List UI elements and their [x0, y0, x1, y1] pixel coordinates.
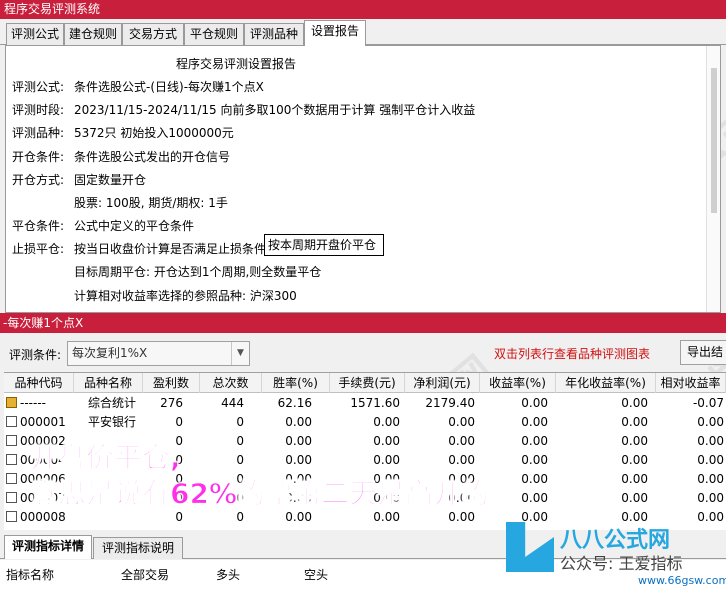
report-panel: 程序交易评测设置报告 评测公式: 条件选股公式-(日线)-每次赚1个点X 评测时… — [5, 45, 721, 313]
result-panel-title: -每次赚1个点X — [0, 313, 726, 333]
table-row[interactable]: ------ 综合统计 276 444 62.16 1571.60 2179.4… — [4, 394, 726, 412]
scrollbar-thumb[interactable] — [711, 68, 717, 213]
row-annual-return: 0.00 — [621, 415, 648, 429]
condition-label: 评测条件: — [9, 348, 62, 362]
column-header[interactable]: 相对收益率 — [656, 373, 726, 393]
column-header[interactable]: 年化收益率(%) — [556, 373, 656, 393]
row-code: 000001 — [6, 413, 74, 431]
row-annual-return: 0.00 — [621, 472, 648, 486]
tab-instruments[interactable]: 评测品种 — [244, 23, 304, 45]
report-scrollbar[interactable] — [706, 46, 720, 312]
row-annual-return: 0.00 — [621, 510, 648, 524]
row-fee: 1571.60 — [350, 396, 400, 410]
row-return: 0.00 — [521, 396, 548, 410]
row-return: 0.00 — [521, 415, 548, 429]
report-value: 公式中定义的平仓条件 — [74, 219, 195, 233]
checkbox-icon[interactable] — [6, 435, 17, 446]
row-wins: 0 — [175, 415, 183, 429]
row-profit: 2179.40 — [425, 396, 475, 410]
report-label: 开仓条件: — [12, 150, 65, 164]
row-name: 综合统计 — [88, 396, 137, 410]
export-button[interactable]: 导出结 — [680, 340, 726, 365]
report-value: 条件选股公式发出的开仓信号 — [74, 150, 231, 164]
column-header[interactable]: 品种名称 — [74, 373, 143, 393]
tab-metric-details[interactable]: 评测指标详情 — [4, 535, 92, 559]
metric-column-header[interactable]: 全部交易 — [121, 566, 169, 583]
row-code: ------ — [6, 394, 74, 412]
row-winrate: 0.00 — [285, 415, 312, 429]
report-value: 股票: 100股, 期货/期权: 1手 — [74, 196, 228, 210]
annotation-line-2: 意思是说有62%的票第二天是高开的。 — [29, 477, 518, 511]
report-value: 条件选股公式-(日线)-每次赚1个点X — [74, 80, 264, 94]
row-relative-return: 0.00 — [697, 491, 724, 505]
column-header[interactable]: 盈利数 — [143, 373, 200, 393]
condition-select-value: 每次复利1%X — [72, 346, 148, 360]
window-title: 程序交易评测系统 — [0, 0, 726, 19]
tab-report[interactable]: 设置报告 — [304, 20, 366, 46]
checkbox-icon[interactable] — [6, 473, 17, 484]
metric-column-header[interactable]: 空头 — [304, 566, 328, 583]
row-relative-return: 0.00 — [697, 453, 724, 467]
row-profit: 0.00 — [448, 415, 475, 429]
hint-text: 双击列表行查看品种评测图表 — [494, 347, 651, 361]
checkbox-icon[interactable] — [6, 454, 17, 465]
row-relative-return: 0.00 — [697, 472, 724, 486]
column-header[interactable]: 品种代码 — [4, 373, 74, 393]
report-value: 5372只 初始投入1000000元 — [74, 126, 234, 140]
tab-open-rules[interactable]: 建仓规则 — [64, 23, 122, 45]
metric-column-header[interactable]: 指标名称 — [6, 566, 54, 583]
report-label: 止损平仓: — [12, 242, 65, 256]
row-relative-return: 0.00 — [697, 434, 724, 448]
row-annual-return: 0.00 — [621, 453, 648, 467]
column-header[interactable]: 净利润(元) — [405, 373, 480, 393]
highlight-box: 按本周期开盘价平仓 — [264, 234, 384, 256]
column-header[interactable]: 手续费(元) — [330, 373, 405, 393]
row-relative-return: -0.07 — [692, 396, 724, 410]
row-relative-return: 0.00 — [697, 510, 724, 524]
row-wins: 276 — [160, 396, 183, 410]
folder-icon — [6, 397, 17, 408]
checkbox-icon[interactable] — [6, 492, 17, 503]
annotation-line-1: 开盘价平仓, — [29, 441, 181, 475]
bottom-tabs: 评测指标详情 评测指标说明 — [0, 535, 726, 559]
row-total: 444 — [221, 396, 244, 410]
chevron-down-icon[interactable]: ▼ — [231, 342, 249, 365]
report-value: 2023/11/15-2024/11/15 向前多取100个数据用于计算 强制平… — [74, 103, 476, 117]
tab-metric-help[interactable]: 评测指标说明 — [93, 537, 183, 559]
condition-select[interactable]: 每次复利1%X ▼ — [67, 341, 250, 366]
report-label: 评测品种: — [12, 126, 65, 140]
report-value: 计算相对收益率选择的参照品种: 沪深300 — [74, 289, 297, 303]
row-name: 平安银行 — [88, 415, 137, 429]
report-label: 开仓方式: — [12, 173, 65, 187]
report-value: 固定数量开仓 — [74, 173, 147, 187]
tab-formula[interactable]: 评测公式 — [6, 23, 64, 45]
column-header[interactable]: 胜率(%) — [262, 373, 330, 393]
checkbox-icon[interactable] — [6, 416, 17, 427]
column-header[interactable]: 收益率(%) — [480, 373, 556, 393]
settings-tabs: 评测公式 建仓规则 交易方式 平仓规则 评测品种 设置报告 — [0, 19, 726, 46]
row-total: 0 — [236, 415, 244, 429]
row-annual-return: 0.00 — [621, 434, 648, 448]
tab-close-rules[interactable]: 平仓规则 — [184, 23, 244, 45]
report-label: 平仓条件: — [12, 219, 65, 233]
checkbox-icon[interactable] — [6, 511, 17, 522]
annotation-overlay: 开盘价平仓, 意思是说有62%的票第二天是高开的。 — [29, 440, 518, 512]
row-winrate: 62.16 — [277, 396, 312, 410]
row-annual-return: 0.00 — [621, 396, 648, 410]
report-label: 评测公式: — [12, 80, 65, 94]
table-row[interactable]: 000001 平安银行 0 0 0.00 0.00 0.00 0.00 0.00… — [4, 413, 726, 431]
report-label: 评测时段: — [12, 103, 65, 117]
table-header: 品种代码 品种名称 盈利数 总次数 胜率(%) 手续费(元) 净利润(元) 收益… — [4, 373, 726, 393]
row-fee: 0.00 — [373, 415, 400, 429]
metrics-header: 指标名称 全部交易 多头 空头 — [0, 560, 726, 592]
row-relative-return: 0.00 — [697, 415, 724, 429]
report-heading: 程序交易评测设置报告 — [176, 57, 297, 71]
report-value: 目标周期平仓: 开仓达到1个周期,则全数量平仓 — [74, 265, 322, 279]
report-value: 按当日收盘价计算是否满足止损条件, — [74, 242, 270, 256]
metric-column-header[interactable]: 多头 — [216, 566, 240, 583]
tab-trade-mode[interactable]: 交易方式 — [122, 23, 184, 45]
column-header[interactable]: 总次数 — [200, 373, 262, 393]
row-annual-return: 0.00 — [621, 491, 648, 505]
